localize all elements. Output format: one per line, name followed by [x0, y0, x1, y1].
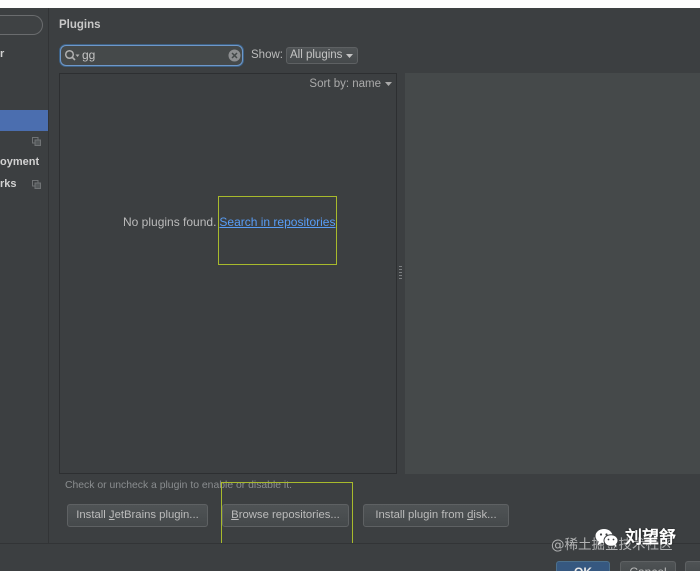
sidebar-item[interactable]: oyment — [0, 152, 48, 173]
watermark-author-text: 刘望舒 — [625, 528, 676, 548]
sort-by-label: Sort by: name — [309, 77, 381, 90]
highlight-box — [218, 196, 337, 265]
button-label: Install JetBrains plugin... — [76, 509, 199, 521]
show-filter-label: Show: — [251, 49, 283, 61]
sidebar-item-label: oyment — [0, 156, 40, 168]
settings-search-field[interactable] — [0, 15, 43, 35]
plugin-details-panel — [405, 73, 700, 474]
sidebar-item[interactable] — [0, 131, 48, 152]
install-jetbrains-plugin-button[interactable]: Install JetBrains plugin... — [67, 504, 208, 527]
no-plugins-text: No plugins found. — [123, 215, 217, 229]
button-label: Install plugin from disk... — [375, 509, 497, 521]
top-white-strip — [0, 0, 700, 8]
install-plugin-from-disk-button[interactable]: Install plugin from disk... — [363, 504, 509, 527]
sidebar-item-label: rks — [0, 178, 17, 190]
dialog-button-partial[interactable] — [685, 561, 700, 571]
splitter-handle-icon[interactable] — [399, 266, 402, 280]
plugin-search-box[interactable] — [60, 45, 243, 66]
search-icon[interactable] — [64, 49, 80, 62]
clear-search-icon[interactable] — [228, 49, 241, 62]
plugin-list[interactable]: Sort by: name No plugins found. Search in… — [59, 73, 397, 474]
chevron-down-icon — [346, 53, 354, 58]
project-scope-icon — [32, 180, 41, 189]
wechat-icon — [595, 529, 619, 548]
show-filter-value: All plugins — [290, 49, 343, 61]
highlight-box — [221, 482, 353, 544]
project-scope-icon — [32, 137, 41, 146]
sidebar-item-label: r — [0, 48, 5, 60]
chevron-down-icon — [385, 81, 392, 86]
sidebar-item[interactable]: rks — [0, 174, 48, 195]
mnemonic-underline: J — [108, 509, 115, 521]
mnemonic-underline: d — [467, 509, 474, 521]
show-filter-dropdown[interactable]: All plugins — [286, 47, 358, 64]
sort-by-dropdown[interactable]: Sort by: name — [60, 74, 396, 93]
sidebar-item-plugins[interactable] — [0, 110, 48, 131]
ok-button[interactable]: OK — [556, 561, 610, 571]
sidebar-item[interactable]: r — [0, 44, 48, 64]
settings-sidebar: r oyment rks — [0, 8, 49, 543]
page-title: Plugins — [59, 19, 101, 31]
search-input[interactable] — [82, 47, 222, 64]
cancel-button[interactable]: Cancel — [620, 561, 676, 571]
